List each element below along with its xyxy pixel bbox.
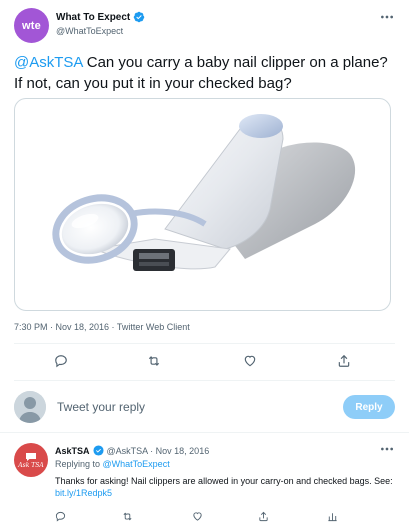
reply-author-line: AskTSA @AskTSA · Nov 18, 2016 [55, 445, 209, 456]
avatar-logo-text: Ask TSA [18, 461, 44, 469]
heart-icon [244, 355, 256, 367]
author-handle[interactable]: @WhatToExpect [56, 26, 123, 36]
chat-bubble-icon [26, 452, 36, 461]
divider [0, 432, 409, 433]
reply-icon[interactable] [55, 509, 66, 522]
reply-input[interactable]: Tweet your reply [57, 400, 145, 414]
share-icon[interactable] [337, 354, 351, 368]
retweet-icon[interactable] [147, 354, 161, 368]
share-arrow-icon [338, 354, 350, 367]
reply-body: Thanks for asking! Nail clippers are all… [55, 475, 395, 499]
like-icon[interactable] [192, 509, 203, 521]
bar-chart-icon [328, 513, 337, 522]
retweet-arrows-icon [148, 356, 160, 366]
whattoexpect-avatar[interactable]: wte [14, 8, 49, 43]
asktsa-avatar[interactable]: Ask TSA [14, 443, 48, 477]
replying-to: Replying to @WhatToExpect [55, 459, 170, 469]
analytics-icon[interactable] [327, 509, 338, 522]
more-dots-icon [381, 447, 393, 451]
verified-badge-icon [134, 11, 145, 23]
more-options-icon[interactable] [379, 9, 395, 25]
replying-prefix: Replying to [55, 459, 103, 469]
replying-mention[interactable]: @WhatToExpect [103, 459, 170, 469]
tweet-media-image[interactable] [14, 98, 391, 311]
reply-actions [0, 509, 409, 523]
share-icon[interactable] [258, 509, 269, 522]
verified-badge-icon [92, 445, 104, 456]
reply-link[interactable]: bit.ly/1Redpk5 [55, 488, 112, 498]
heart-icon [193, 512, 202, 521]
reply-composer: Tweet your reply Reply [0, 384, 409, 430]
author-name[interactable]: What To Expect [56, 11, 145, 23]
reply-bubble-icon [55, 511, 66, 522]
reply-author-name[interactable]: AskTSA [55, 446, 90, 456]
nail-clipper-image [52, 114, 356, 271]
retweet-icon[interactable] [122, 509, 133, 521]
tweet-timestamp[interactable]: 7:30 PM · Nov 18, 2016 · Twitter Web Cli… [14, 322, 190, 332]
mention-link[interactable]: @AskTSA [14, 54, 83, 71]
like-icon[interactable] [243, 354, 257, 368]
reply-body-text: Thanks for asking! Nail clippers are all… [55, 476, 393, 486]
more-options-icon[interactable] [379, 441, 395, 457]
reply-icon[interactable] [54, 354, 68, 368]
tweet-actions [0, 354, 409, 370]
share-arrow-icon [259, 511, 268, 522]
tweet-text: @AskTSA Can you carry a baby nail clippe… [14, 52, 399, 94]
divider [14, 380, 395, 381]
user-avatar[interactable] [14, 391, 46, 423]
more-dots-icon [381, 15, 393, 19]
default-profile-icon [14, 391, 46, 423]
reply-handle-date[interactable]: @AskTSA · Nov 18, 2016 [107, 446, 210, 456]
reply-button[interactable]: Reply [343, 395, 395, 419]
author-name-text: What To Expect [56, 11, 131, 23]
reply-bubble-icon [55, 355, 67, 368]
divider [14, 343, 395, 344]
retweet-arrows-icon [123, 512, 132, 521]
avatar-logo-text: wte [22, 19, 41, 32]
